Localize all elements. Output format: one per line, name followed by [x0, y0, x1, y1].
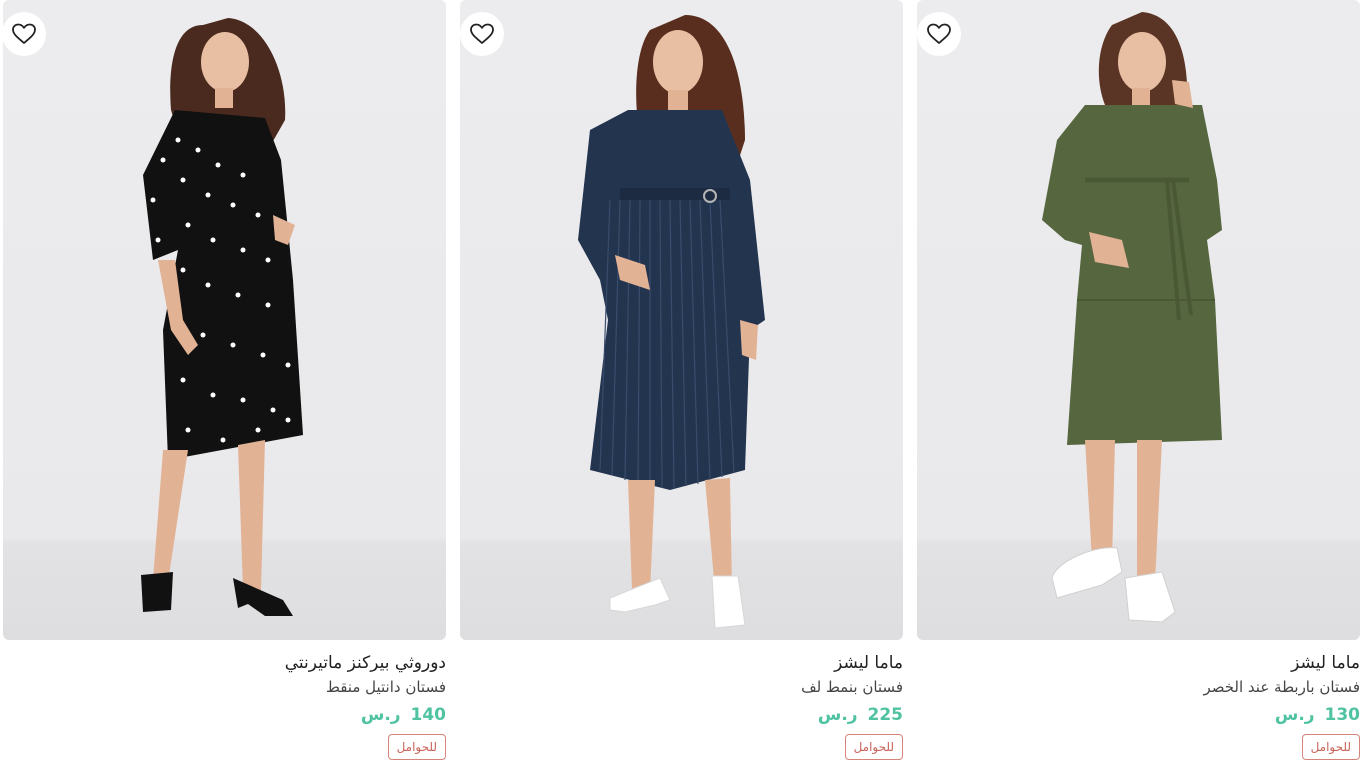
wishlist-button[interactable] [460, 12, 504, 56]
product-image[interactable] [460, 0, 903, 640]
price-value: 140 [410, 705, 447, 725]
product-info: دوروثي بيركنز ماتيرنتي فستان دانتيل منقط… [3, 640, 446, 760]
maternity-badge: للحوامل [1301, 734, 1360, 760]
maternity-badge: للحوامل [387, 734, 446, 760]
model-figure [1042, 12, 1222, 623]
product-price: 130 ر.س [917, 704, 1360, 726]
product-price: 140 ر.س [3, 704, 446, 726]
model-figure [578, 15, 765, 629]
product-brand[interactable]: ماما ليشز [460, 652, 903, 674]
wishlist-button[interactable] [3, 12, 46, 56]
heart-outline-icon [470, 23, 494, 44]
product-info: ماما ليشز فستان باربطة عند الخصر 130 ر.س… [917, 640, 1360, 760]
price-currency: ر.س [360, 705, 401, 725]
product-info: ماما ليشز فستان بنمط لف 225 ر.س للحوامل [460, 640, 903, 760]
wishlist-button[interactable] [917, 12, 961, 56]
product-title[interactable]: فستان باربطة عند الخصر [917, 676, 1360, 698]
product-image[interactable] [3, 0, 446, 640]
product-grid: دوروثي بيركنز ماتيرنتي فستان دانتيل منقط… [0, 0, 1365, 766]
price-currency: ر.س [1274, 705, 1315, 725]
price-value: 225 [867, 705, 904, 725]
maternity-badge: للحوامل [844, 734, 903, 760]
product-card[interactable]: ماما ليشز فستان باربطة عند الخصر 130 ر.س… [917, 0, 1360, 766]
heart-outline-icon [12, 23, 36, 44]
product-brand[interactable]: ماما ليشز [917, 652, 1360, 674]
price-currency: ر.س [817, 705, 858, 725]
product-card[interactable]: دوروثي بيركنز ماتيرنتي فستان دانتيل منقط… [3, 0, 446, 766]
product-price: 225 ر.س [460, 704, 903, 726]
product-title[interactable]: فستان دانتيل منقط [3, 676, 446, 698]
product-image[interactable] [917, 0, 1360, 640]
product-brand[interactable]: دوروثي بيركنز ماتيرنتي [3, 652, 446, 674]
heart-outline-icon [927, 23, 951, 44]
model-figure [141, 18, 303, 616]
product-card[interactable]: ماما ليشز فستان بنمط لف 225 ر.س للحوامل [460, 0, 903, 766]
product-title[interactable]: فستان بنمط لف [460, 676, 903, 698]
price-value: 130 [1324, 705, 1361, 725]
